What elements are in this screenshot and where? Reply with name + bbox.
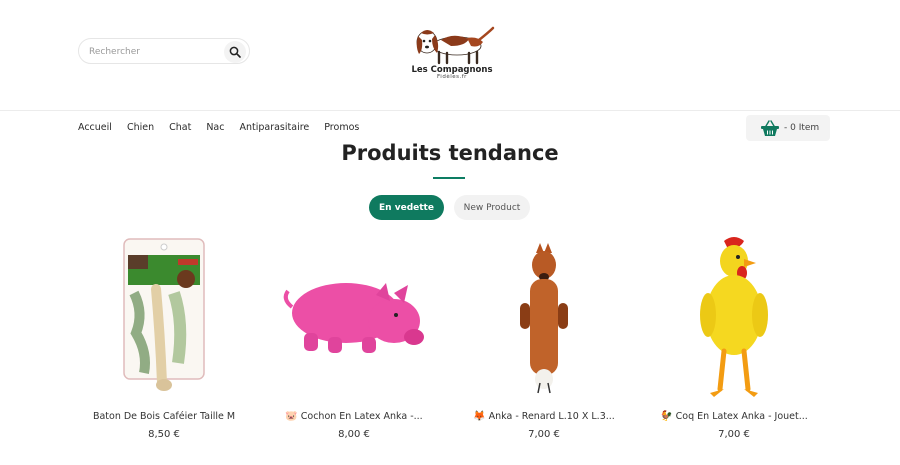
main-nav: Accueil Chien Chat Nac Antiparasitaire P… xyxy=(78,122,359,136)
nav-item-nac[interactable]: Nac xyxy=(206,122,224,136)
fox-icon: 🦊 xyxy=(473,411,486,422)
product-image-wood-stick[interactable] xyxy=(74,233,254,405)
site-logo[interactable]: Les Compagnons Fidèles.fr xyxy=(407,22,497,82)
product-image-latex-pig[interactable] xyxy=(264,233,444,405)
nav-item-chien[interactable]: Chien xyxy=(127,122,154,136)
logo-subtitle: Fidèles.fr xyxy=(437,74,467,80)
nav-item-antiparasitaire[interactable]: Antiparasitaire xyxy=(239,122,309,136)
dog-logo-icon xyxy=(416,26,495,65)
product-price: 7,00 € xyxy=(528,429,560,440)
product-card[interactable]: 🐷 Cochon En Latex Anka -... 8,00 € xyxy=(264,233,444,465)
product-name[interactable]: 🦊 Anka - Renard L.10 X L.3... xyxy=(454,411,634,422)
search-bar xyxy=(78,38,250,64)
nav-item-accueil[interactable]: Accueil xyxy=(78,122,112,136)
pig-icon: 🐷 xyxy=(285,411,298,422)
title-underline xyxy=(433,177,465,179)
tab-new-product[interactable]: New Product xyxy=(454,195,530,220)
product-price: 8,00 € xyxy=(338,429,370,440)
nav-item-promos[interactable]: Promos xyxy=(324,122,359,136)
search-button[interactable] xyxy=(224,41,246,63)
search-icon xyxy=(229,46,241,58)
section-title: Produits tendance xyxy=(341,141,559,165)
search-input[interactable] xyxy=(89,43,219,61)
product-card[interactable]: 🦊 Anka - Renard L.10 X L.3... 7,00 € xyxy=(454,233,634,465)
product-card[interactable]: 🐓 Coq En Latex Anka - Jouet... 7,00 € xyxy=(644,233,824,465)
tab-en-vedette[interactable]: En vedette xyxy=(369,195,444,220)
product-price: 7,00 € xyxy=(718,429,750,440)
product-price: 8,50 € xyxy=(148,429,180,440)
product-image-latex-rooster[interactable] xyxy=(644,233,824,405)
rooster-icon: 🐓 xyxy=(660,411,673,422)
product-image-plush-fox[interactable] xyxy=(454,233,634,405)
nav-item-chat[interactable]: Chat xyxy=(169,122,191,136)
cart-count-label: - 0 Item xyxy=(784,123,820,133)
product-name[interactable]: 🐓 Coq En Latex Anka - Jouet... xyxy=(644,411,824,422)
product-tabs: En vedette New Product xyxy=(0,195,900,221)
site-header: Les Compagnons Fidèles.fr xyxy=(0,0,900,111)
basket-icon xyxy=(761,119,779,136)
product-card[interactable]: Baton De Bois Caféier Taille M 8,50 € xyxy=(74,233,254,465)
cart-button[interactable]: - 0 Item xyxy=(746,115,830,141)
product-name[interactable]: Baton De Bois Caféier Taille M xyxy=(74,411,254,422)
product-name[interactable]: 🐷 Cochon En Latex Anka -... xyxy=(264,411,444,422)
